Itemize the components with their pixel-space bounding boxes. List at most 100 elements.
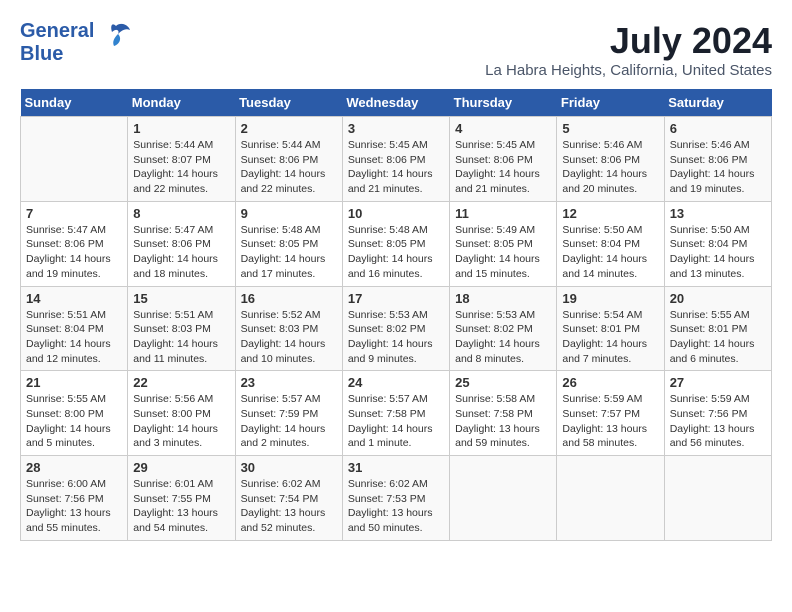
- day-number: 14: [26, 291, 122, 306]
- day-info: Sunrise: 5:51 AM Sunset: 8:03 PM Dayligh…: [133, 308, 229, 367]
- day-number: 23: [241, 375, 337, 390]
- calendar-cell: 13Sunrise: 5:50 AM Sunset: 8:04 PM Dayli…: [664, 201, 771, 286]
- calendar-header-row: SundayMondayTuesdayWednesdayThursdayFrid…: [21, 89, 772, 117]
- calendar-cell: 18 Sunrise: 5:53 AM Sunset: 8:02 PM Dayli…: [450, 286, 557, 371]
- day-info: Sunrise: 5:57 AM Sunset: 7:59 PM Dayligh…: [241, 392, 337, 451]
- day-info: Sunrise: 6:01 AM Sunset: 7:55 PM Dayligh…: [133, 477, 229, 536]
- calendar-cell: [450, 456, 557, 541]
- calendar-cell: 22 Sunrise: 5:56 AM Sunset: 8:00 PM Dayli…: [128, 371, 235, 456]
- day-number: 28: [26, 460, 122, 475]
- calendar-cell: 31Sunrise: 6:02 AM Sunset: 7:53 PM Dayli…: [342, 456, 449, 541]
- day-number: 11: [455, 206, 551, 221]
- day-number: 8: [133, 206, 229, 221]
- day-number: 4: [455, 121, 551, 136]
- day-number: 30: [241, 460, 337, 475]
- calendar-cell: [664, 456, 771, 541]
- day-info: Sunrise: 5:56 AM Sunset: 8:00 PM Dayligh…: [133, 392, 229, 451]
- calendar-cell: 24 Sunrise: 5:57 AM Sunset: 7:58 PM Dayli…: [342, 371, 449, 456]
- day-info: Sunrise: 5:58 AM Sunset: 7:58 PM Dayligh…: [455, 392, 551, 451]
- calendar-cell: 27Sunrise: 5:59 AM Sunset: 7:56 PM Dayli…: [664, 371, 771, 456]
- day-info: Sunrise: 6:00 AM Sunset: 7:56 PM Dayligh…: [26, 477, 122, 536]
- day-info: Sunrise: 5:47 AM Sunset: 8:06 PM Dayligh…: [133, 223, 229, 282]
- calendar-cell: 6 Sunrise: 5:46 AM Sunset: 8:06 PM Daylig…: [664, 117, 771, 202]
- calendar-cell: 20 Sunrise: 5:55 AM Sunset: 8:01 PM Dayli…: [664, 286, 771, 371]
- day-info: Sunrise: 5:57 AM Sunset: 7:58 PM Dayligh…: [348, 392, 444, 451]
- day-number: 6: [670, 121, 766, 136]
- day-number: 27: [670, 375, 766, 390]
- calendar-cell: 21 Sunrise: 5:55 AM Sunset: 8:00 PM Dayli…: [21, 371, 128, 456]
- location: La Habra Heights, California, United Sta…: [485, 62, 772, 79]
- day-header-tuesday: Tuesday: [235, 89, 342, 117]
- calendar-cell: 11 Sunrise: 5:49 AM Sunset: 8:05 PM Dayli…: [450, 201, 557, 286]
- calendar-cell: 30 Sunrise: 6:02 AM Sunset: 7:54 PM Dayli…: [235, 456, 342, 541]
- day-header-sunday: Sunday: [21, 89, 128, 117]
- day-header-thursday: Thursday: [450, 89, 557, 117]
- day-number: 19: [562, 291, 658, 306]
- day-number: 21: [26, 375, 122, 390]
- day-info: Sunrise: 6:02 AM Sunset: 7:53 PM Dayligh…: [348, 477, 444, 536]
- day-info: Sunrise: 5:55 AM Sunset: 8:00 PM Dayligh…: [26, 392, 122, 451]
- calendar-week-4: 21 Sunrise: 5:55 AM Sunset: 8:00 PM Dayli…: [21, 371, 772, 456]
- day-info: Sunrise: 5:46 AM Sunset: 8:06 PM Dayligh…: [670, 138, 766, 197]
- day-number: 15: [133, 291, 229, 306]
- day-info: Sunrise: 5:50 AM Sunset: 8:04 PM Dayligh…: [562, 223, 658, 282]
- calendar-cell: [557, 456, 664, 541]
- calendar-cell: [21, 117, 128, 202]
- day-number: 7: [26, 206, 122, 221]
- calendar-cell: 1Sunrise: 5:44 AM Sunset: 8:07 PM Daylig…: [128, 117, 235, 202]
- day-info: Sunrise: 5:52 AM Sunset: 8:03 PM Dayligh…: [241, 308, 337, 367]
- day-info: Sunrise: 6:02 AM Sunset: 7:54 PM Dayligh…: [241, 477, 337, 536]
- day-number: 3: [348, 121, 444, 136]
- day-info: Sunrise: 5:49 AM Sunset: 8:05 PM Dayligh…: [455, 223, 551, 282]
- day-info: Sunrise: 5:44 AM Sunset: 8:07 PM Dayligh…: [133, 138, 229, 197]
- header: General Blue July 2024 La Habra Heights,…: [20, 20, 772, 79]
- calendar-cell: 2 Sunrise: 5:44 AM Sunset: 8:06 PM Daylig…: [235, 117, 342, 202]
- day-info: Sunrise: 5:46 AM Sunset: 8:06 PM Dayligh…: [562, 138, 658, 197]
- day-header-friday: Friday: [557, 89, 664, 117]
- day-number: 24: [348, 375, 444, 390]
- calendar-cell: 14Sunrise: 5:51 AM Sunset: 8:04 PM Dayli…: [21, 286, 128, 371]
- calendar-cell: 17 Sunrise: 5:53 AM Sunset: 8:02 PM Dayli…: [342, 286, 449, 371]
- calendar-cell: 15 Sunrise: 5:51 AM Sunset: 8:03 PM Dayli…: [128, 286, 235, 371]
- day-header-saturday: Saturday: [664, 89, 771, 117]
- calendar-cell: 23 Sunrise: 5:57 AM Sunset: 7:59 PM Dayli…: [235, 371, 342, 456]
- day-info: Sunrise: 5:55 AM Sunset: 8:01 PM Dayligh…: [670, 308, 766, 367]
- calendar-cell: 3 Sunrise: 5:45 AM Sunset: 8:06 PM Daylig…: [342, 117, 449, 202]
- day-number: 20: [670, 291, 766, 306]
- day-info: Sunrise: 5:59 AM Sunset: 7:57 PM Dayligh…: [562, 392, 658, 451]
- calendar-cell: 10Sunrise: 5:48 AM Sunset: 8:05 PM Dayli…: [342, 201, 449, 286]
- logo-bird-icon: [98, 18, 134, 61]
- calendar-cell: 7Sunrise: 5:47 AM Sunset: 8:06 PM Daylig…: [21, 201, 128, 286]
- day-number: 13: [670, 206, 766, 221]
- calendar-table: SundayMondayTuesdayWednesdayThursdayFrid…: [20, 89, 772, 541]
- day-number: 16: [241, 291, 337, 306]
- calendar-cell: 8 Sunrise: 5:47 AM Sunset: 8:06 PM Daylig…: [128, 201, 235, 286]
- day-info: Sunrise: 5:44 AM Sunset: 8:06 PM Dayligh…: [241, 138, 337, 197]
- day-info: Sunrise: 5:45 AM Sunset: 8:06 PM Dayligh…: [348, 138, 444, 197]
- day-number: 10: [348, 206, 444, 221]
- logo-blue: Blue: [20, 43, 63, 66]
- day-number: 18: [455, 291, 551, 306]
- calendar-cell: 16 Sunrise: 5:52 AM Sunset: 8:03 PM Dayli…: [235, 286, 342, 371]
- day-number: 29: [133, 460, 229, 475]
- calendar-cell: 12 Sunrise: 5:50 AM Sunset: 8:04 PM Dayli…: [557, 201, 664, 286]
- calendar-cell: 4 Sunrise: 5:45 AM Sunset: 8:06 PM Daylig…: [450, 117, 557, 202]
- day-number: 17: [348, 291, 444, 306]
- calendar-cell: 5 Sunrise: 5:46 AM Sunset: 8:06 PM Daylig…: [557, 117, 664, 202]
- title-section: July 2024 La Habra Heights, California, …: [485, 20, 772, 79]
- day-number: 25: [455, 375, 551, 390]
- day-number: 26: [562, 375, 658, 390]
- day-info: Sunrise: 5:53 AM Sunset: 8:02 PM Dayligh…: [348, 308, 444, 367]
- day-info: Sunrise: 5:48 AM Sunset: 8:05 PM Dayligh…: [241, 223, 337, 282]
- day-number: 12: [562, 206, 658, 221]
- day-number: 22: [133, 375, 229, 390]
- day-number: 5: [562, 121, 658, 136]
- logo: General Blue: [20, 20, 134, 66]
- day-info: Sunrise: 5:54 AM Sunset: 8:01 PM Dayligh…: [562, 308, 658, 367]
- day-number: 2: [241, 121, 337, 136]
- day-header-monday: Monday: [128, 89, 235, 117]
- day-info: Sunrise: 5:53 AM Sunset: 8:02 PM Dayligh…: [455, 308, 551, 367]
- day-info: Sunrise: 5:45 AM Sunset: 8:06 PM Dayligh…: [455, 138, 551, 197]
- calendar-cell: 19 Sunrise: 5:54 AM Sunset: 8:01 PM Dayli…: [557, 286, 664, 371]
- calendar-week-5: 28 Sunrise: 6:00 AM Sunset: 7:56 PM Dayli…: [21, 456, 772, 541]
